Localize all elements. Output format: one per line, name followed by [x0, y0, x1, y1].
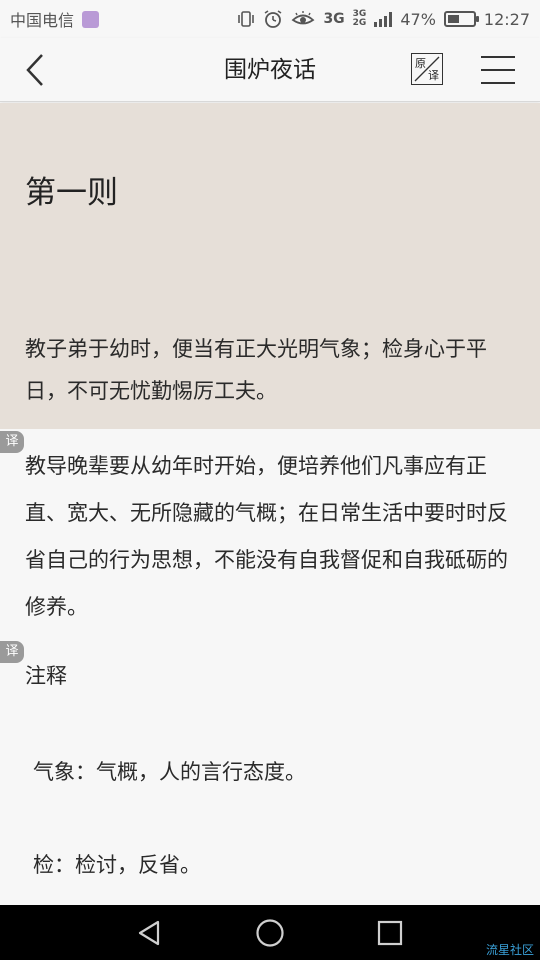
battery-fill	[447, 15, 459, 23]
battery-icon	[443, 11, 479, 27]
network-type-secondary: 3G 2G	[353, 10, 367, 28]
network-secondary-bottom: 2G	[352, 18, 367, 28]
notes-translation-tag[interactable]: 译	[0, 641, 24, 663]
network-type-primary: 3G	[323, 11, 345, 27]
status-bar: 中国电信 3G 3G 2G 47% 12:27	[0, 0, 540, 38]
triangle-back-icon	[138, 920, 160, 946]
nav-home-button[interactable]	[255, 918, 285, 948]
toggle-original-label: 原	[415, 57, 426, 70]
circle-home-icon	[256, 919, 284, 947]
status-right: 3G 3G 2G 47% 12:27	[237, 9, 530, 29]
battery-percent: 47%	[400, 9, 436, 29]
original-text-section: 第一则 教子弟于幼时，便当有正大光明气象；检身心于平日，不可无忧勤惕厉工夫。	[0, 103, 540, 429]
menu-button[interactable]	[481, 56, 515, 84]
watermark: 流星社区	[485, 943, 534, 957]
nav-back-button[interactable]	[135, 918, 165, 948]
square-recents-icon	[377, 920, 403, 946]
clock: 12:27	[483, 9, 530, 29]
alarm-icon	[263, 9, 283, 29]
original-translation-toggle-button[interactable]: 原 译	[411, 53, 443, 85]
toggle-translation-label: 译	[428, 69, 439, 82]
signal-icon	[374, 11, 393, 27]
vibrate-icon	[237, 9, 255, 29]
nav-recents-button[interactable]	[375, 918, 405, 948]
original-text: 教子弟于幼时，便当有正大光明气象；检身心于平日，不可无忧勤惕厉工夫。	[25, 337, 487, 403]
menu-line-icon	[481, 56, 515, 58]
carrier-name: 中国电信	[10, 11, 75, 30]
note-item: 检：检讨，反省。	[33, 853, 201, 877]
menu-line-icon	[481, 82, 515, 84]
translation-text: 教导晚辈要从幼年时开始，便培养他们凡事应有正直、宽大、无所隐藏的气概；在日常生活…	[25, 454, 508, 619]
notes-heading: 注释	[25, 664, 67, 688]
chapter-title: 第一则	[25, 175, 118, 211]
app-header: 围炉夜话 原 译	[0, 38, 540, 102]
system-navigation-bar: 流星社区	[0, 905, 540, 960]
gallery-notification-icon	[82, 10, 100, 28]
page-title: 围炉夜话	[224, 57, 316, 83]
eye-comfort-icon	[291, 9, 315, 29]
menu-line-icon	[481, 69, 515, 71]
status-left: 中国电信	[10, 7, 100, 31]
translation-tag[interactable]: 译	[0, 431, 24, 453]
note-item: 气象：气概，人的言行态度。	[33, 760, 306, 784]
